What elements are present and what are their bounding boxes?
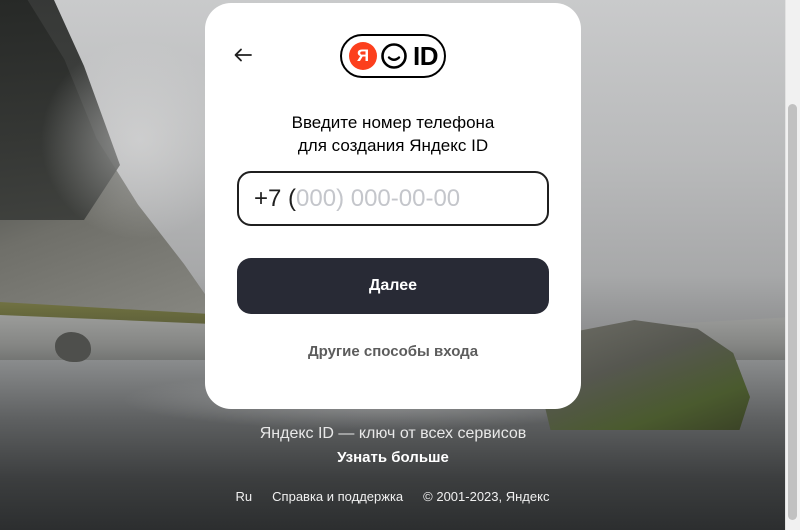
next-button[interactable]: Далее bbox=[237, 258, 549, 314]
page-title: Введите номер телефона для создания Янде… bbox=[205, 111, 581, 157]
phone-placeholder: 000) 000-00-00 bbox=[296, 184, 461, 212]
tagline: Яндекс ID — ключ от всех сервисов bbox=[259, 425, 527, 442]
copyright: © 2001-2023, Яндекс bbox=[423, 489, 550, 504]
arrow-left-icon bbox=[234, 48, 252, 62]
phone-input[interactable]: +7 (000) 000-00-00 bbox=[237, 171, 549, 226]
scrollbar-thumb[interactable] bbox=[788, 104, 797, 520]
other-login-methods-link[interactable]: Другие способы входа bbox=[205, 343, 581, 360]
smile-face-icon bbox=[381, 43, 407, 69]
language-switch[interactable]: Ru bbox=[236, 489, 253, 504]
heading-line-1: Введите номер телефона bbox=[291, 113, 495, 132]
yandex-ya-badge: Я bbox=[349, 42, 377, 70]
logo-id-text: ID bbox=[413, 40, 439, 71]
yandex-id-logo: Я ID bbox=[340, 34, 446, 78]
login-card: Я ID Введите номер телефона для создания… bbox=[205, 3, 581, 409]
background-small-rock bbox=[55, 332, 91, 362]
page-scrollbar[interactable] bbox=[785, 0, 800, 530]
heading-line-2: для создания Яндекс ID bbox=[297, 136, 489, 155]
learn-more-link[interactable]: Узнать больше bbox=[205, 449, 581, 466]
footer: Ru Справка и поддержка © 2001-2023, Янде… bbox=[0, 489, 785, 504]
phone-prefix: +7 ( bbox=[254, 184, 297, 212]
help-link[interactable]: Справка и поддержка bbox=[272, 489, 403, 504]
back-button[interactable] bbox=[231, 43, 255, 67]
